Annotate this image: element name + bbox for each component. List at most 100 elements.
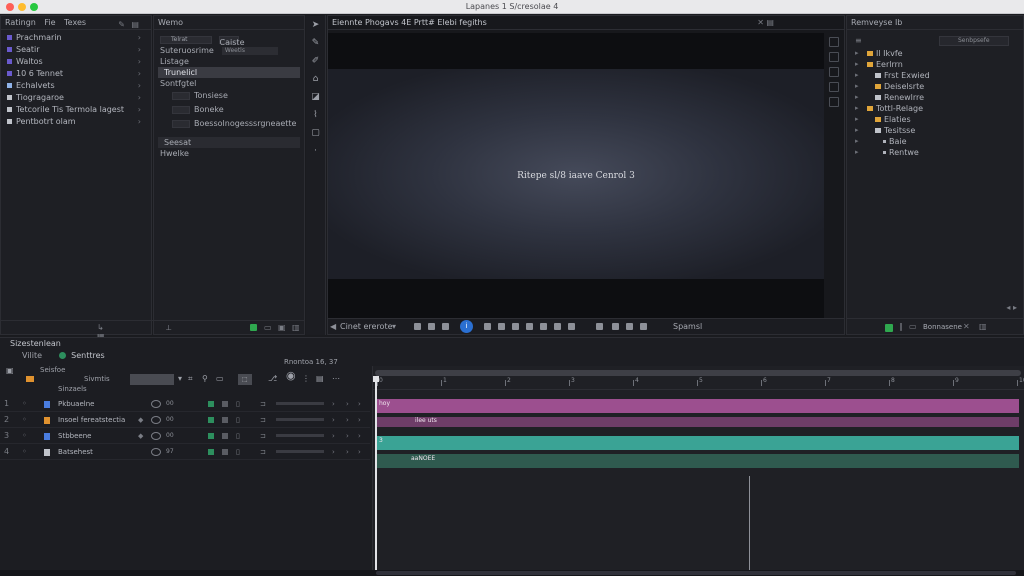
- layers-search-input[interactable]: Senbpsefe: [939, 36, 1009, 46]
- chevron-right-icon[interactable]: ›: [358, 444, 361, 460]
- pen-tool-icon[interactable]: ✎: [310, 37, 322, 49]
- play-back-icon[interactable]: [442, 323, 449, 330]
- effects-group-header[interactable]: Seesat: [158, 137, 300, 148]
- project-item[interactable]: Waltos ›: [1, 56, 151, 68]
- chevron-right-icon[interactable]: ›: [138, 32, 141, 44]
- panel-menu-icon[interactable]: ✎ ▤: [118, 18, 141, 32]
- channel-icon[interactable]: [626, 323, 633, 330]
- play-icon[interactable]: [484, 323, 491, 330]
- layer-tree-item[interactable]: ▸ Eerlrrn: [847, 59, 1023, 70]
- effects-group-item[interactable]: Hwelke: [154, 148, 304, 159]
- brush-tool-icon[interactable]: ✐: [310, 55, 322, 67]
- layer-name[interactable]: Pkbuaelne: [58, 396, 94, 412]
- draft-icon[interactable]: ⬚: [238, 374, 252, 385]
- delete-icon[interactable]: ▥: [292, 323, 300, 332]
- cloud-icon[interactable]: [540, 323, 547, 330]
- clock-icon[interactable]: ◉: [286, 369, 296, 382]
- tab-vilite[interactable]: Vilite: [22, 351, 42, 360]
- step-forward-icon[interactable]: [498, 323, 505, 330]
- switch-gray-icon[interactable]: [222, 449, 228, 455]
- mask-icon[interactable]: [829, 97, 839, 107]
- track-clip[interactable]: 3: [375, 436, 1019, 450]
- tab-fie[interactable]: Fie: [44, 18, 55, 27]
- playhead-handle[interactable]: [373, 376, 379, 382]
- effects-dropdown[interactable]: Weetls: [221, 46, 278, 55]
- chevron-down-icon[interactable]: ▾: [178, 374, 182, 383]
- parent-value[interactable]: 97: [166, 444, 174, 460]
- track-clip[interactable]: aaNOEE: [375, 454, 1019, 468]
- motion-icon[interactable]: ⚲: [202, 374, 208, 383]
- switch-icon[interactable]: ▯: [236, 412, 240, 428]
- chevron-right-icon[interactable]: ›: [138, 92, 141, 104]
- parent-value[interactable]: 00: [166, 412, 174, 428]
- effects-search-input[interactable]: Telrat: [160, 35, 212, 44]
- snapshot-icon[interactable]: [612, 323, 619, 330]
- layer-tree-item[interactable]: ▸ Frst Exwied: [847, 70, 1023, 81]
- new-item-icon[interactable]: ▣: [278, 323, 286, 332]
- chevron-right-icon[interactable]: ›: [138, 56, 141, 68]
- layer-name[interactable]: Batsehest: [58, 444, 93, 460]
- project-item[interactable]: Prachmarin ›: [1, 32, 151, 44]
- stamp-tool-icon[interactable]: ⌂: [310, 73, 322, 85]
- chevron-right-icon[interactable]: ›: [138, 104, 141, 116]
- chevron-right-icon[interactable]: ›: [138, 116, 141, 128]
- grid-icon[interactable]: [829, 52, 839, 62]
- chevron-right-icon[interactable]: ›: [332, 428, 335, 444]
- chevron-right-icon[interactable]: ›: [332, 396, 335, 412]
- hand-tool-icon[interactable]: ·: [310, 145, 322, 157]
- eye-icon[interactable]: ◦: [22, 444, 27, 460]
- selection-tool-icon[interactable]: ➤: [310, 19, 322, 31]
- time-ruler[interactable]: 0 1 2 3 4 5 6 7 8 9 10: [373, 366, 1024, 390]
- render-icon[interactable]: [596, 323, 603, 330]
- chevron-right-icon[interactable]: ›: [358, 428, 361, 444]
- timeline-layer-row[interactable]: 2 ◦ Insoel fereatstectia 00 ▯ ⊐ › › › ◆: [0, 412, 370, 428]
- timeline-layer-row[interactable]: 4 ◦ Batsehest 97 ▯ ⊐ › › ›: [0, 444, 370, 460]
- layout-icon[interactable]: [829, 37, 839, 47]
- solo-icon[interactable]: ▤: [316, 374, 324, 383]
- chevron-right-icon[interactable]: ▸: [855, 136, 859, 147]
- chevron-right-icon[interactable]: ▸: [855, 103, 859, 114]
- safe-area-icon[interactable]: [829, 82, 839, 92]
- chevron-right-icon[interactable]: ▸: [855, 59, 859, 70]
- switch-gray-icon[interactable]: [222, 417, 228, 423]
- track-clip[interactable]: ilee uts: [375, 417, 1019, 427]
- skip-end-icon[interactable]: [512, 323, 519, 330]
- layer-tree-item[interactable]: ▸ Deiselsrte: [847, 81, 1023, 92]
- motion-blur-icon[interactable]: [151, 432, 161, 440]
- layer-tree-item[interactable]: ▸ Tottl-Relage: [847, 103, 1023, 114]
- chevron-right-icon[interactable]: ›: [138, 80, 141, 92]
- keyframe-icon[interactable]: ◆: [138, 412, 143, 428]
- tab-ratingn[interactable]: Ratingn: [5, 18, 36, 27]
- timeline-search-input[interactable]: [130, 374, 174, 385]
- switch-icon[interactable]: ▯: [236, 396, 240, 412]
- opacity-slider[interactable]: [276, 402, 324, 405]
- parent-value[interactable]: 00: [166, 428, 174, 444]
- eye-icon[interactable]: ◦: [22, 412, 27, 428]
- chevron-right-icon[interactable]: ›: [358, 396, 361, 412]
- eye-icon[interactable]: ◦: [22, 396, 27, 412]
- shape-tool-icon[interactable]: ▢: [310, 127, 322, 139]
- folder-icon[interactable]: ▭: [264, 323, 272, 332]
- project-item[interactable]: Seatir ›: [1, 44, 151, 56]
- layers-pager-icon[interactable]: ◂ ▸: [1006, 303, 1017, 312]
- audio-icon[interactable]: [554, 323, 561, 330]
- motion-blur-icon[interactable]: [151, 400, 161, 408]
- trash-icon[interactable]: ▥: [979, 322, 987, 331]
- parent-value[interactable]: 00: [166, 396, 174, 412]
- chevron-right-icon[interactable]: ▸: [855, 48, 859, 59]
- effects-param[interactable]: Boessolnogesssrgneaette: [154, 117, 304, 131]
- layer-name[interactable]: Stbbeene: [58, 428, 91, 444]
- switch-icon[interactable]: ▯: [236, 428, 240, 444]
- switch-green-icon[interactable]: [208, 433, 214, 439]
- type-tool-icon[interactable]: ⌇: [310, 109, 322, 121]
- effects-item[interactable]: Trunelicl: [158, 67, 300, 78]
- chevron-right-icon[interactable]: ›: [332, 444, 335, 460]
- layer-icon[interactable]: ▣: [6, 366, 14, 375]
- switch-green-icon[interactable]: [208, 401, 214, 407]
- project-item[interactable]: Tiogragaroe ›: [1, 92, 151, 104]
- effects-param[interactable]: Tonsiese: [154, 89, 304, 103]
- collapse-icon[interactable]: ◀: [330, 322, 336, 331]
- link-icon[interactable]: ∥: [899, 322, 903, 331]
- layer-tree-item[interactable]: ▸ Elaties: [847, 114, 1023, 125]
- layer-tree-item[interactable]: ▸ Tesitsse: [847, 125, 1023, 136]
